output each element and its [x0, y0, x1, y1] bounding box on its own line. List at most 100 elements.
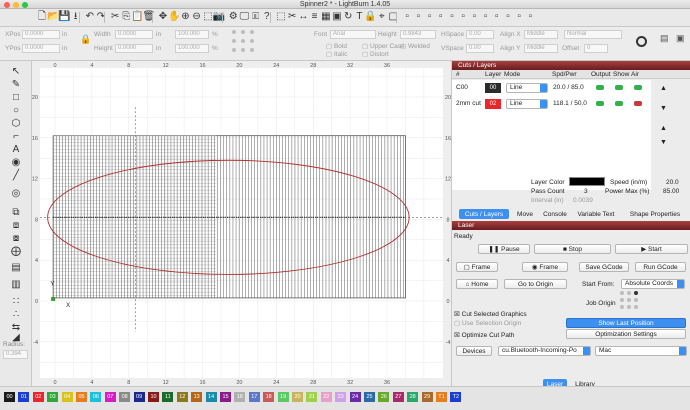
- polygon-icon[interactable]: ⬡: [9, 117, 23, 130]
- measure-icon[interactable]: ↔: [297, 11, 309, 23]
- layer-mode-select[interactable]: Line: [506, 83, 548, 93]
- distort-checkbox[interactable]: ▢ Distort: [362, 50, 389, 58]
- air-toggle[interactable]: [634, 85, 642, 90]
- palette-swatch-18[interactable]: 18: [263, 392, 275, 402]
- tools12-icon[interactable]: ▫: [524, 11, 536, 23]
- table-row[interactable]: 2mm cut 02 Line 118.1 / 50.0: [452, 96, 651, 112]
- anchor-dot[interactable]: [232, 48, 236, 52]
- go-to-origin-button[interactable]: Go to Origin: [504, 279, 567, 289]
- zoom-out-icon[interactable]: ⊖: [191, 11, 203, 23]
- offset-icon[interactable]: ◎: [9, 187, 23, 200]
- tools5-icon[interactable]: ▫: [446, 11, 458, 23]
- palette-swatch-08[interactable]: 08: [119, 392, 131, 402]
- italic-checkbox[interactable]: ▢ Italic: [326, 50, 347, 58]
- palette-swatch-00[interactable]: 00: [4, 392, 15, 402]
- anchor-dot[interactable]: [232, 39, 236, 43]
- text-mode-select[interactable]: Normal: [564, 30, 622, 39]
- vspace-input[interactable]: 0.00: [466, 44, 494, 53]
- anchor-dot[interactable]: [250, 30, 254, 34]
- tools8-icon[interactable]: ▫: [480, 11, 492, 23]
- tools11-icon[interactable]: ▫: [513, 11, 525, 23]
- anchor-dot[interactable]: [620, 305, 624, 309]
- start-button[interactable]: ▶ Start: [615, 244, 688, 254]
- ellipse-icon[interactable]: ○: [9, 104, 23, 117]
- xpos-input[interactable]: 0.0000: [22, 30, 60, 39]
- rectangle-icon[interactable]: □: [9, 91, 23, 104]
- grid-array-icon[interactable]: ∷: [9, 295, 23, 308]
- tools7-icon[interactable]: ▫: [468, 11, 480, 23]
- layer-color-swatch[interactable]: [569, 177, 605, 186]
- anchor-dot[interactable]: [241, 48, 245, 52]
- palette-swatch-T2[interactable]: T2: [450, 392, 462, 402]
- palette-swatch-09[interactable]: 09: [133, 392, 145, 402]
- tab-variable-text[interactable]: Variable Text: [573, 209, 619, 219]
- welded-checkbox[interactable]: ▢ Welded: [400, 42, 430, 50]
- trace-icon[interactable]: ⬚: [275, 11, 287, 23]
- width-input[interactable]: 0.0000: [115, 30, 153, 39]
- anchor-dot[interactable]: [620, 291, 624, 295]
- frame-button[interactable]: ▢ Frame: [456, 262, 498, 272]
- tab-console[interactable]: Console: [540, 209, 570, 219]
- ypos-input[interactable]: 0.0000: [22, 44, 60, 53]
- upper-case-checkbox[interactable]: ▢ Upper Case: [362, 42, 405, 50]
- zoom-in-icon[interactable]: ⊕: [179, 11, 191, 23]
- palette-swatch-07[interactable]: 07: [104, 392, 116, 402]
- palette-swatch-16[interactable]: 16: [234, 392, 246, 402]
- boolean-intersect-icon[interactable]: ⧇: [9, 232, 23, 245]
- palette-swatch-29[interactable]: 29: [421, 392, 433, 402]
- scale-height-input[interactable]: 100.000: [175, 44, 209, 53]
- device-select[interactable]: Mac: [595, 346, 687, 356]
- move-layer-up-icon[interactable]: ▲: [660, 85, 667, 92]
- edit-nodes-icon[interactable]: ✎: [9, 78, 23, 91]
- output-toggle[interactable]: [596, 85, 604, 90]
- save-gcode-button[interactable]: Save GCode: [579, 262, 629, 272]
- camera-icon[interactable]: 📷: [213, 11, 225, 23]
- anchor-dot[interactable]: [634, 298, 638, 302]
- palette-swatch-10[interactable]: 10: [148, 392, 159, 402]
- scale-width-input[interactable]: 100.000: [175, 30, 209, 39]
- anchor-dot[interactable]: [634, 305, 638, 309]
- select-icon[interactable]: ↖: [9, 65, 23, 78]
- palette-swatch-06[interactable]: 06: [90, 392, 102, 402]
- cut-icon[interactable]: ✂: [109, 11, 121, 23]
- cut-selected-checkbox[interactable]: ☒ Cut Selected Graphics: [454, 310, 527, 318]
- font-select[interactable]: Arial: [330, 30, 376, 39]
- anchor-dot[interactable]: [627, 305, 631, 309]
- palette-swatch-05[interactable]: 05: [76, 392, 87, 402]
- palette-swatch-19[interactable]: 19: [277, 392, 289, 402]
- hspace-input[interactable]: 0.00: [466, 30, 494, 39]
- circle-frame-button[interactable]: ◉ Frame: [522, 262, 568, 272]
- layer-cycle-down-icon[interactable]: ▼: [660, 139, 667, 146]
- anchor-dot[interactable]: [241, 39, 245, 43]
- ungroup-icon[interactable]: ▥: [9, 278, 23, 291]
- frame-icon[interactable]: ▢: [387, 11, 399, 23]
- undo-icon[interactable]: ↶: [84, 11, 96, 23]
- align-x-select[interactable]: Middle: [524, 30, 558, 39]
- radius-input[interactable]: 0.394: [3, 350, 28, 359]
- rotary-icon[interactable]: ↻: [342, 11, 354, 23]
- align-y-select[interactable]: Middle: [524, 44, 558, 53]
- palette-swatch-20[interactable]: 20: [292, 392, 303, 402]
- circular-array-icon[interactable]: ∴: [9, 308, 23, 321]
- notes-icon[interactable]: 🗉: [250, 11, 262, 23]
- scissors-icon[interactable]: ✂: [286, 11, 298, 23]
- anchor-dot[interactable]: [241, 30, 245, 34]
- palette-swatch-12[interactable]: 12: [176, 392, 188, 402]
- palette-swatch-01[interactable]: 01: [18, 392, 30, 402]
- rounded-corner-icon[interactable]: ◢: [9, 331, 23, 344]
- show-last-position-button[interactable]: Show Last Position: [566, 318, 686, 328]
- text-icon[interactable]: A: [9, 143, 23, 156]
- redo-icon[interactable]: ↷: [95, 11, 107, 23]
- palette-swatch-04[interactable]: 04: [61, 392, 73, 402]
- show-toggle[interactable]: [615, 101, 623, 106]
- optimization-settings-button[interactable]: Optimization Settings: [566, 329, 686, 339]
- anchor-dot[interactable]: [620, 298, 624, 302]
- power-max-value[interactable]: 85.00: [663, 188, 679, 195]
- tools10-icon[interactable]: ▫: [502, 11, 514, 23]
- output-toggle[interactable]: [596, 101, 604, 106]
- position-icon[interactable]: ⌖: [376, 11, 388, 23]
- offset-input[interactable]: 0: [584, 44, 608, 53]
- palette-swatch-17[interactable]: 17: [248, 392, 260, 402]
- boolean-subtract-icon[interactable]: ⧈: [9, 219, 23, 232]
- devices-button[interactable]: Devices: [456, 346, 492, 356]
